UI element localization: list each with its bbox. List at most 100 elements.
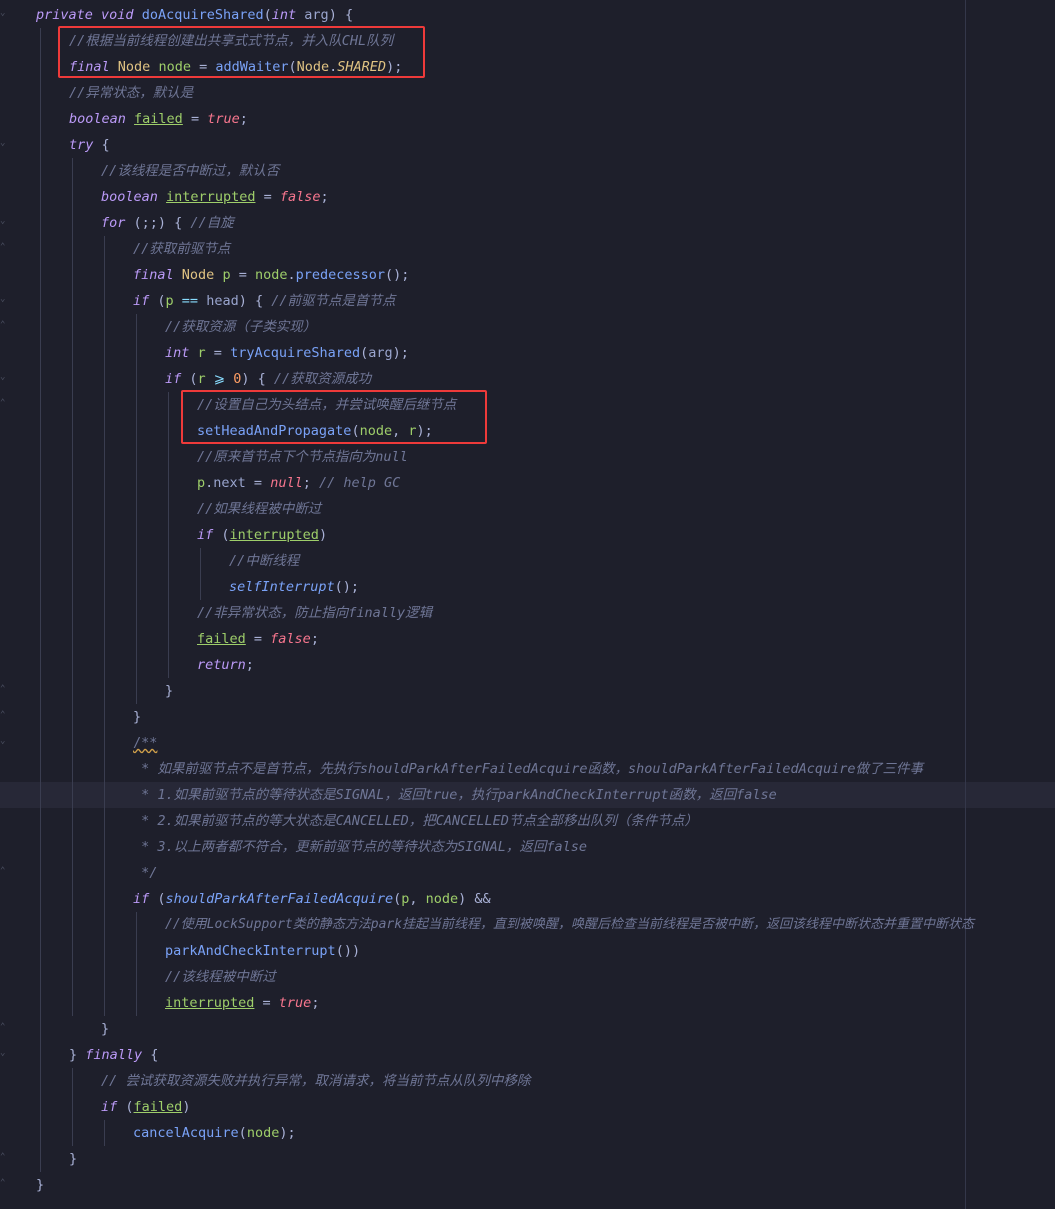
token: ) [182, 1099, 191, 1115]
fold-marker-icon[interactable] [0, 866, 10, 876]
fold-marker-icon[interactable] [0, 8, 10, 18]
fold-marker-icon[interactable] [0, 710, 10, 720]
token: { [93, 137, 110, 153]
token: true [278, 995, 312, 1011]
code-line-23[interactable]: selfInterrupt(); [229, 574, 359, 600]
code-line-31[interactable]: * 1.如果前驱节点的等待状态是SIGNAL，返回true，执行parkAndC… [133, 782, 777, 808]
fold-marker-icon[interactable] [0, 372, 10, 382]
token: { [142, 1047, 159, 1063]
code-line-27[interactable]: } [165, 678, 173, 704]
code-line-22[interactable]: //中断线程 [229, 548, 299, 574]
token: ( [263, 7, 272, 23]
code-line-36[interactable]: //使用LockSupport类的静态方法park挂起当前线程，直到被唤醒，唤醒… [165, 912, 974, 938]
token: ; [302, 475, 319, 491]
indent-guide [136, 912, 137, 1016]
code-line-37[interactable]: parkAndCheckInterrupt()) [165, 938, 360, 964]
code-editor[interactable]: private void doAcquireShared(int arg) { … [0, 0, 1055, 1209]
code-line-12[interactable]: if (p == head) { //前驱节点是首节点 [133, 288, 395, 314]
token: (); [385, 267, 410, 283]
code-line-14[interactable]: int r = tryAcquireShared(arg); [165, 340, 409, 366]
fold-marker-icon[interactable] [0, 294, 10, 304]
token: = [245, 631, 271, 647]
code-line-10[interactable]: //获取前驱节点 [133, 236, 230, 262]
code-line-43[interactable]: if (failed) [101, 1094, 190, 1120]
code-line-44[interactable]: cancelAcquire(node); [133, 1120, 296, 1146]
code-line-32[interactable]: * 2.如果前驱节点的等大状态是CANCELLED，把CANCELLED节点全部… [133, 808, 698, 834]
code-line-42[interactable]: // 尝试获取资源失败并执行异常，取消请求，将当前节点从队列中移除 [101, 1068, 530, 1094]
token: ) [318, 527, 328, 543]
code-line-29[interactable]: /** [133, 730, 157, 756]
token: final [133, 267, 174, 283]
right-margin-guide [965, 0, 966, 1209]
token: = [205, 345, 231, 361]
token: //前驱节点是首节点 [271, 293, 396, 309]
token: p [222, 267, 231, 283]
code-line-21[interactable]: if (interrupted) [197, 522, 327, 548]
code-line-6[interactable]: try { [69, 132, 110, 158]
token: ) { [238, 293, 272, 309]
fold-marker-icon[interactable] [0, 1022, 10, 1032]
fold-marker-icon[interactable] [0, 736, 10, 746]
code-line-4[interactable]: //异常状态，默认是 [69, 80, 193, 106]
token: node [425, 891, 459, 907]
fold-marker-icon[interactable] [0, 320, 10, 330]
indent-guide [136, 314, 137, 704]
code-line-19[interactable]: p.next = null; // help GC [197, 470, 400, 496]
code-line-35[interactable]: if (shouldParkAfterFailedAcquire(p, node… [133, 886, 491, 912]
token: predecessor [295, 267, 386, 283]
fold-marker-icon[interactable] [0, 684, 10, 694]
token: if [133, 293, 150, 309]
code-line-38[interactable]: //该线程被中断过 [165, 964, 276, 990]
fold-marker-icon[interactable] [0, 1178, 10, 1188]
annotation-box-add-waiter [58, 26, 425, 78]
token: node [246, 1125, 280, 1141]
token: if [133, 891, 150, 907]
token: int [271, 7, 297, 23]
code-line-9[interactable]: for (;;) { //自旋 [101, 210, 234, 236]
code-line-15[interactable]: if (r ⩾ 0) { //获取资源成功 [165, 366, 371, 392]
token: if [197, 527, 214, 543]
code-line-33[interactable]: * 3.以上两者都不符合，更新前驱节点的等待状态为SIGNAL，返回false [133, 834, 587, 860]
fold-marker-icon[interactable] [0, 216, 10, 226]
token: ); [279, 1125, 296, 1141]
code-line-25[interactable]: failed = false; [197, 626, 319, 652]
code-line-26[interactable]: return; [197, 652, 254, 678]
code-line-28[interactable]: } [133, 704, 141, 730]
code-line-41[interactable]: } finally { [69, 1042, 158, 1068]
token: doAcquireShared [141, 7, 264, 23]
code-line-5[interactable]: boolean failed = true; [69, 106, 248, 132]
code-line-30[interactable]: * 如果前驱节点不是首节点，先执行shouldParkAfterFailedAc… [133, 756, 923, 782]
code-line-24[interactable]: //非异常状态，防止指向finally逻辑 [197, 600, 432, 626]
token: , [409, 891, 426, 907]
token: failed [134, 111, 183, 127]
fold-gutter [0, 0, 14, 1209]
code-line-40[interactable]: } [101, 1016, 109, 1042]
token: boolean [69, 111, 126, 127]
fold-marker-icon[interactable] [0, 1048, 10, 1058]
code-line-7[interactable]: //该线程是否中断过，默认否 [101, 158, 279, 184]
token: if [165, 371, 182, 387]
token: (); [334, 579, 360, 595]
code-line-45[interactable]: } [69, 1146, 77, 1172]
token: interrupted [165, 995, 255, 1011]
code-line-34[interactable]: */ [133, 860, 157, 886]
code-line-8[interactable]: boolean interrupted = false; [101, 184, 329, 210]
code-line-18[interactable]: //原来首节点下个节点指向为null [197, 444, 408, 470]
indent-guide [200, 548, 201, 600]
token: ); [392, 345, 409, 361]
token: return [197, 657, 246, 673]
code-line-46[interactable]: } [36, 1172, 44, 1198]
annotation-box-set-head [181, 390, 487, 444]
code-line-39[interactable]: interrupted = true; [165, 990, 319, 1016]
fold-marker-icon[interactable] [0, 242, 10, 252]
code-line-11[interactable]: final Node p = node.predecessor(); [133, 262, 409, 288]
fold-marker-icon[interactable] [0, 138, 10, 148]
token: private [36, 7, 93, 23]
code-line-13[interactable]: //获取资源（子类实现） [165, 314, 316, 340]
code-line-1[interactable]: private void doAcquireShared(int arg) { [36, 2, 353, 28]
fold-marker-icon[interactable] [0, 398, 10, 408]
token: ( [213, 527, 230, 543]
fold-marker-icon[interactable] [0, 1152, 10, 1162]
indent-guide [104, 1120, 105, 1146]
code-line-20[interactable]: //如果线程被中断过 [197, 496, 321, 522]
